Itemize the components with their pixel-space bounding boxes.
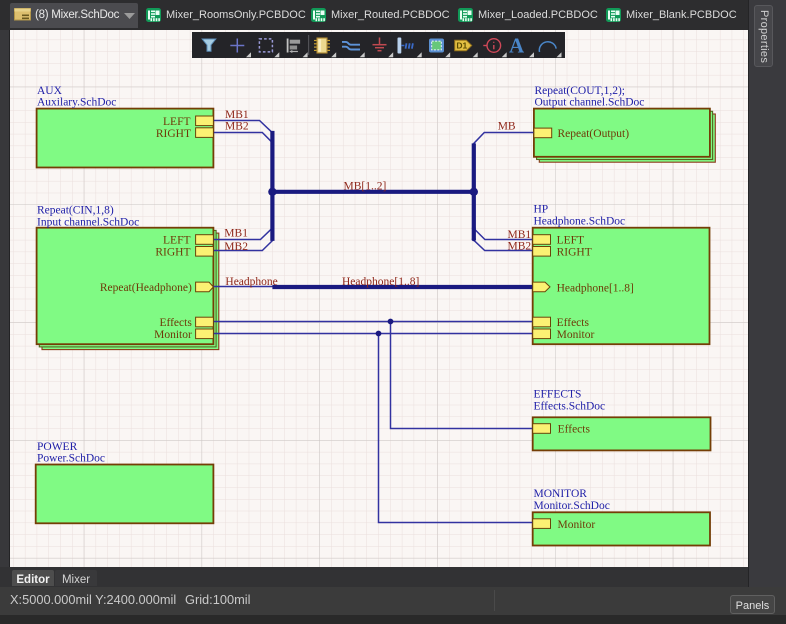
svg-text:A: A [509,34,525,58]
svg-text:RIGHT: RIGHT [156,128,191,140]
svg-text:Monitor: Monitor [558,519,596,531]
svg-text:MB1: MB1 [508,229,532,241]
svg-text:POWER: POWER [37,441,78,453]
svg-text:MB2: MB2 [224,241,248,253]
svg-text:Headphone.SchDoc: Headphone.SchDoc [534,215,626,227]
svg-text:D1: D1 [456,41,467,51]
svg-text:MB1: MB1 [224,227,248,239]
svg-text:MB[1..2]: MB[1..2] [344,181,387,193]
svg-text:Repeat(Output): Repeat(Output) [558,128,630,140]
svg-text:MB2: MB2 [225,121,249,133]
svg-text:Effects.SchDoc: Effects.SchDoc [534,400,606,412]
svg-text:RIGHT: RIGHT [557,246,592,258]
svg-text:Effects: Effects [159,317,192,329]
svg-text:Power.SchDoc: Power.SchDoc [37,453,105,465]
svg-text:Monitor: Monitor [154,329,192,341]
svg-text:Monitor: Monitor [557,329,595,341]
svg-text:HP: HP [534,204,549,216]
svg-text:MB1: MB1 [225,109,249,121]
svg-text:Monitor.SchDoc: Monitor.SchDoc [534,500,610,512]
svg-text:AUX: AUX [37,85,63,97]
svg-text:Effects: Effects [558,424,591,436]
svg-text:MB: MB [498,120,516,132]
svg-text:Repeat(Headphone): Repeat(Headphone) [100,282,192,294]
svg-text:LEFT: LEFT [163,235,190,247]
svg-text:Repeat(COUT,1,2);: Repeat(COUT,1,2); [535,85,625,97]
svg-text:LEFT: LEFT [163,116,190,128]
svg-text:Effects: Effects [557,317,590,329]
svg-text:Headphone: Headphone [225,276,277,288]
svg-text:Input channel.SchDoc: Input channel.SchDoc [37,216,139,228]
svg-text:Repeat(CIN,1,8): Repeat(CIN,1,8) [37,205,114,217]
svg-text:LEFT: LEFT [557,235,584,247]
svg-text:Headphone[1..8]: Headphone[1..8] [342,276,419,288]
svg-text:MONITOR: MONITOR [534,488,588,500]
svg-text:MB2: MB2 [508,241,532,253]
svg-text:RIGHT: RIGHT [155,246,190,258]
svg-text:Output channel.SchDoc: Output channel.SchDoc [535,97,645,109]
svg-text:Headphone[1..8]: Headphone[1..8] [557,282,634,294]
svg-text:Auxilary.SchDoc: Auxilary.SchDoc [37,97,116,109]
svg-text:EFFECTS: EFFECTS [534,389,582,401]
